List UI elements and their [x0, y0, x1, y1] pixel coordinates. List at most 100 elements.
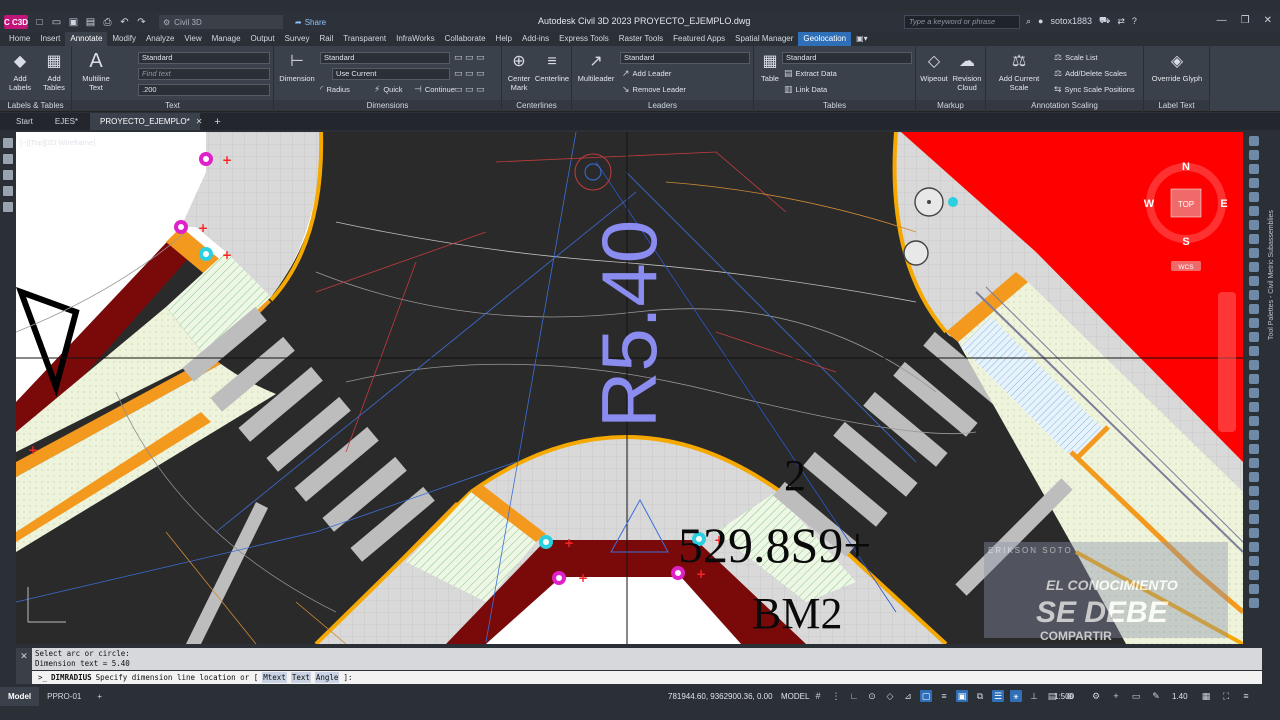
station-label[interactable]: 529.8S9+ [678, 517, 872, 573]
dim-style-combo[interactable]: Standard [320, 52, 450, 64]
quick-button[interactable]: ⚡ Quick [374, 84, 403, 95]
tab-annotate[interactable]: Annotate [65, 32, 108, 46]
tool-palette-title[interactable]: Tool Palettes - Civil Metric Subassembli… [1268, 140, 1275, 340]
leader-style-combo[interactable]: Standard [620, 52, 750, 64]
tab-raster-tools[interactable]: Raster Tools [614, 32, 668, 46]
panel-title[interactable]: Markup [916, 100, 985, 111]
palette-icon[interactable] [1249, 444, 1259, 454]
remove-leader-button[interactable]: ↘ Remove Leader [622, 84, 686, 95]
tab-infraworks[interactable]: InfraWorks [391, 32, 440, 46]
viewport-label[interactable]: [−][Top][2D Wireframe] [20, 138, 95, 147]
drawing-viewport[interactable]: + + + + + + + + R5.40 2 529.8S9+ BM2 TOP N S … [16, 132, 1243, 644]
palette-icon[interactable] [1249, 192, 1259, 202]
dynamic-ucs-icon[interactable]: ⊥ [1028, 690, 1040, 702]
layers-icon[interactable] [3, 170, 13, 180]
tab-modify[interactable]: Modify [107, 32, 141, 46]
lineweight-icon[interactable]: ≡ [938, 690, 950, 702]
osnap-tracking-icon[interactable]: ⊿ [902, 690, 914, 702]
viewcube-west[interactable]: W [1144, 198, 1155, 210]
layout-tab-ppro[interactable]: PPRO-01 [39, 687, 89, 706]
close-tab-icon[interactable]: ✕ [196, 117, 203, 126]
clean-screen-icon[interactable]: ⛶ [1220, 690, 1232, 702]
tab-home[interactable]: Home [4, 32, 35, 46]
tab-transparent[interactable]: Transparent [338, 32, 391, 46]
palette-icon[interactable] [1249, 262, 1259, 272]
tab-collaborate[interactable]: Collaborate [440, 32, 491, 46]
center-mark-button[interactable]: ⊕ Center Mark [503, 50, 535, 92]
tab-analyze[interactable]: Analyze [141, 32, 179, 46]
panel-title[interactable]: Text [72, 100, 273, 111]
palette-icon[interactable] [1249, 290, 1259, 300]
dim-tools-row2[interactable]: ▭ ▭ ▭ [454, 68, 485, 79]
dimension-button[interactable]: ⊢ Dimension [278, 50, 316, 83]
auto-scale-icon[interactable]: ⚹ [1010, 690, 1022, 702]
palette-icon[interactable] [1249, 136, 1259, 146]
minimize-icon[interactable]: — [1217, 15, 1227, 26]
continue-button[interactable]: ⊣ Continue [414, 84, 455, 95]
undo-icon[interactable]: ↶ [119, 17, 130, 28]
palette-icon[interactable] [1249, 164, 1259, 174]
wrench-icon[interactable]: ✕ [20, 651, 28, 661]
new-tab-button[interactable]: + [214, 116, 220, 128]
save-icon[interactable]: ▣ [68, 17, 79, 28]
extract-data-button[interactable]: ▤ Extract Data [784, 68, 837, 79]
add-current-scale-button[interactable]: ⚖ Add Current Scale [990, 50, 1048, 92]
file-tab-start[interactable]: Start [6, 113, 43, 130]
palette-icon[interactable] [1249, 220, 1259, 230]
palette-icon[interactable] [1249, 206, 1259, 216]
palette-icon[interactable] [1249, 234, 1259, 244]
panel-title[interactable]: Label Text [1144, 100, 1209, 111]
palette-icon[interactable] [1249, 472, 1259, 482]
palette-icon[interactable] [1249, 514, 1259, 524]
tab-rail[interactable]: Rail [314, 32, 338, 46]
layout-tab-model[interactable]: Model [0, 687, 40, 706]
snap-icon[interactable]: ⋮ [830, 690, 842, 702]
app-logo[interactable]: C C3D [4, 15, 28, 29]
tab-geolocation[interactable]: Geolocation [798, 32, 852, 46]
viewcube-east[interactable]: E [1220, 198, 1227, 210]
polar-icon[interactable]: ⊙ [866, 690, 878, 702]
tab-insert[interactable]: Insert [35, 32, 65, 46]
sheet-icon[interactable] [3, 202, 13, 212]
tab-express-tools[interactable]: Express Tools [554, 32, 614, 46]
file-tab-proyecto-ejemplo-[interactable]: PROYECTO_EJEMPLO* [90, 113, 200, 130]
viewcube-top[interactable]: TOP [1178, 200, 1194, 209]
dim-tools-row1[interactable]: ▭ ▭ ▭ [454, 52, 485, 63]
panel-title[interactable]: Annotation Scaling [986, 100, 1143, 111]
wcs-label[interactable]: WCS [1178, 264, 1194, 271]
properties-icon[interactable] [3, 154, 13, 164]
panel-title[interactable]: Dimensions [274, 100, 501, 111]
isodraft-icon[interactable]: ◇ [884, 690, 896, 702]
palette-icon[interactable] [1249, 528, 1259, 538]
text-style-combo[interactable]: Standard [138, 52, 270, 64]
menu-icon[interactable]: ≡ [1240, 690, 1252, 702]
palette-icon[interactable] [1249, 458, 1259, 468]
tab-output[interactable]: Output [246, 32, 280, 46]
palette-icon[interactable] [1249, 598, 1259, 608]
annotation-monitor-icon[interactable]: + [1110, 690, 1122, 702]
command-input[interactable]: >_ DIMRADIUS Specify dimension line loca… [32, 671, 1262, 684]
coordinates-readout[interactable]: 781944.60, 9362900.36, 0.00 [668, 692, 773, 701]
viewcube-south[interactable]: S [1182, 236, 1189, 248]
centerline-button[interactable]: ≡ Centerline [534, 50, 570, 83]
palette-icon[interactable] [1249, 542, 1259, 552]
navigation-bar[interactable] [1218, 292, 1236, 432]
annotation-visibility-icon[interactable]: ☰ [992, 690, 1004, 702]
exchange-icon[interactable]: ⇄ [1117, 16, 1125, 27]
revision-cloud-button[interactable]: ☁ Revision Cloud [951, 50, 983, 92]
tab-survey[interactable]: Survey [280, 32, 315, 46]
file-tab-ejes-[interactable]: EJES* [45, 113, 88, 130]
add-layout-button[interactable]: + [89, 687, 110, 706]
tools-icon[interactable] [3, 186, 13, 196]
model-space-toggle[interactable]: MODEL [781, 692, 809, 701]
scale-list-button[interactable]: ⚖ Scale List [1054, 52, 1098, 63]
find-text-input[interactable]: Find text [138, 68, 270, 80]
palette-icon[interactable] [1249, 402, 1259, 412]
search-icon[interactable]: ⌕ [1026, 16, 1031, 27]
units-icon[interactable]: ▭ [1130, 690, 1142, 702]
text-height-combo[interactable]: .200 [138, 84, 270, 96]
option-angle[interactable]: Angle [314, 672, 340, 683]
plot-icon[interactable]: ⎙ [102, 17, 113, 28]
multiline-text-button[interactable]: A Multiline Text [80, 50, 112, 93]
multileader-button[interactable]: ↗ Multileader [574, 50, 618, 83]
